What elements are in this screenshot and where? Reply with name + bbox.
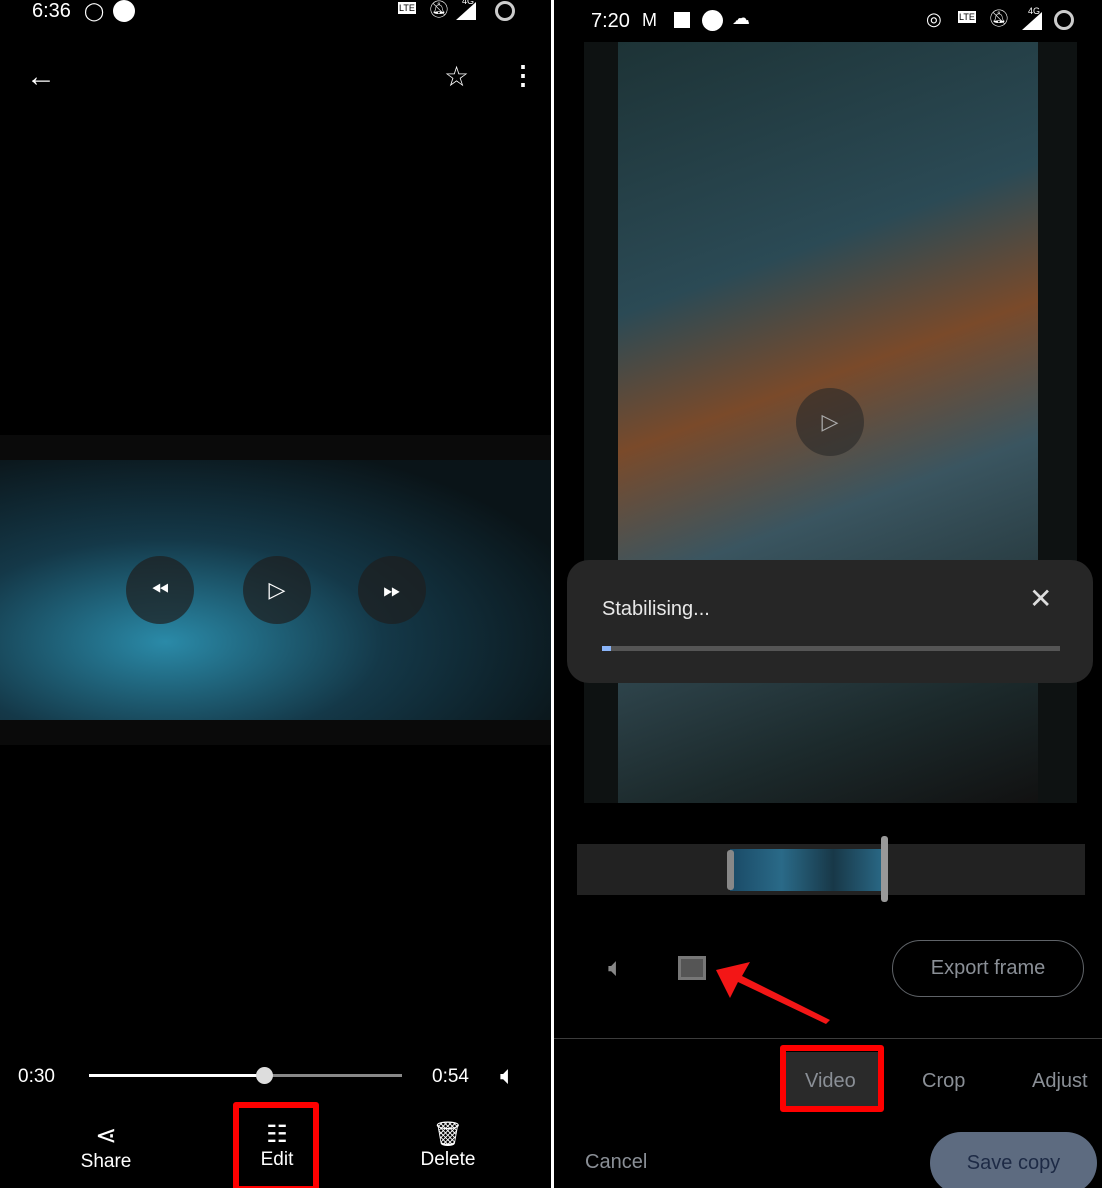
volume-icon[interactable]: 🔈︎ — [608, 952, 624, 984]
volume-icon[interactable]: 🔈︎ — [500, 1060, 516, 1092]
seek-thumb[interactable] — [256, 1067, 274, 1084]
rewind-button[interactable]: ⏪︎ — [126, 556, 194, 624]
battery-icon — [1054, 10, 1074, 30]
volte-icon: LTE — [958, 11, 976, 23]
seek-bar[interactable] — [89, 1067, 402, 1084]
network-type: 4G — [462, 0, 475, 6]
phone-icon — [702, 10, 723, 31]
trash-icon: 🗑︎ — [432, 1121, 464, 1148]
tab-adjust[interactable]: Adjust — [1032, 1070, 1088, 1093]
share-icon: ⋖ — [95, 1120, 117, 1150]
volte-icon: LTE — [398, 2, 416, 14]
fast-forward-button[interactable]: ⏩︎ — [358, 556, 426, 624]
hotspot-icon: ◎ — [926, 9, 942, 29]
duration: 0:54 — [432, 1066, 469, 1087]
share-button[interactable]: ⋖ Share — [66, 1120, 146, 1173]
network-type: 4G — [1028, 6, 1041, 16]
photos-viewer-screen: 6:36 ◯ LTE 🔕︎ 4G ← ☆ ⋮ ⏪︎ ▷ ⏩︎ 0:30 0:54… — [0, 0, 551, 1188]
status-time: 7:20 — [591, 10, 630, 32]
delete-button[interactable]: 🗑︎ Delete — [408, 1120, 488, 1171]
gmail-icon: M — [642, 10, 657, 30]
trim-handle-start[interactable] — [727, 850, 734, 890]
bell-off-icon: 🔕︎ — [988, 9, 1010, 28]
tab-crop[interactable]: Crop — [922, 1070, 965, 1093]
whatsapp-icon: ◯ — [84, 1, 105, 21]
current-time: 0:30 — [18, 1066, 55, 1087]
cancel-button[interactable]: Cancel — [585, 1151, 647, 1174]
star-icon[interactable]: ☆ — [444, 60, 469, 93]
share-label: Share — [80, 1151, 132, 1172]
highlight-box — [780, 1045, 884, 1112]
video-editor-screen: 7:20 M ☁ ◎ LTE 🔕︎ 4G ▷ Stabilising... ✕ … — [554, 0, 1102, 1188]
cloud-icon: ☁ — [732, 8, 750, 28]
bell-off-icon: 🔕︎ — [428, 0, 450, 19]
delete-label: Delete — [420, 1149, 476, 1170]
battery-icon — [495, 1, 515, 21]
back-arrow-icon[interactable]: ← — [26, 60, 56, 94]
divider-line — [554, 1038, 1102, 1039]
red-arrow-annotation — [716, 962, 830, 1024]
timeline-strip[interactable] — [577, 836, 1085, 902]
stabilising-dialog: Stabilising... ✕ — [567, 560, 1093, 683]
close-icon[interactable]: ✕ — [1029, 582, 1052, 615]
status-time: 6:36 — [32, 0, 71, 22]
timeline-thumbnails — [730, 849, 885, 891]
highlight-box — [233, 1102, 319, 1188]
save-copy-button[interactable]: Save copy — [930, 1132, 1097, 1188]
export-frame-button[interactable]: Export frame — [892, 940, 1084, 997]
playhead[interactable] — [881, 836, 888, 902]
play-button[interactable]: ▷ — [796, 388, 864, 456]
dialog-title: Stabilising... — [602, 598, 710, 620]
more-vert-icon[interactable]: ⋮ — [510, 60, 536, 91]
phone-icon — [113, 0, 135, 22]
image-icon — [674, 12, 690, 28]
play-button[interactable]: ▷ — [243, 556, 311, 624]
progress-bar — [602, 646, 1060, 651]
stabilise-icon[interactable] — [678, 956, 706, 980]
